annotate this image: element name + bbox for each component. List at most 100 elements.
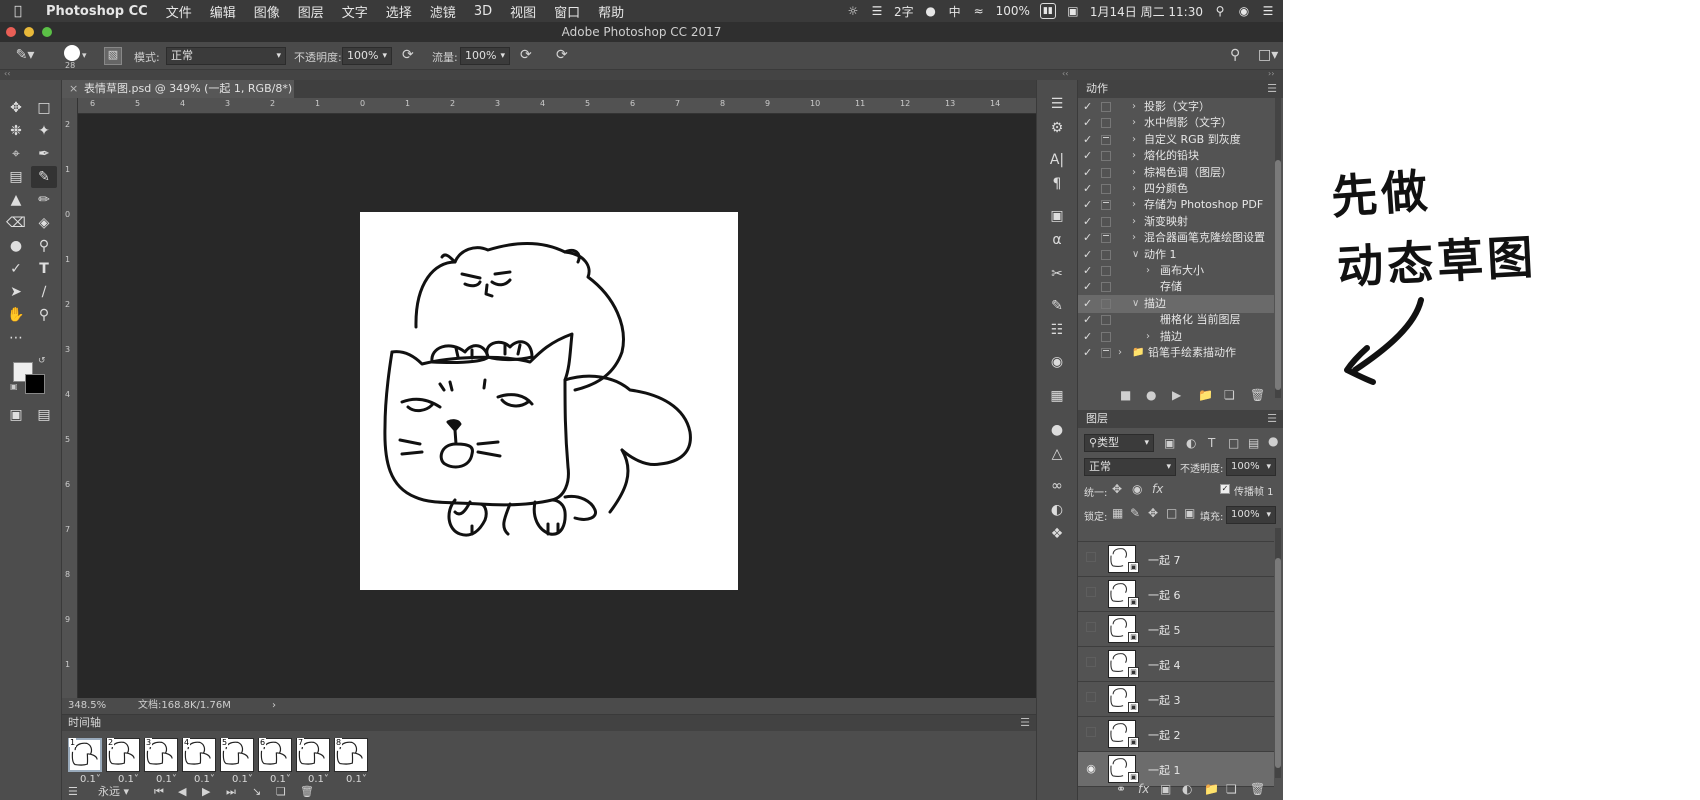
action-toggle-check[interactable]: ✓ — [1083, 278, 1092, 296]
timeline-frame[interactable]: 6 0.1˅ — [258, 738, 292, 788]
action-toggle-check[interactable]: ✓ — [1083, 328, 1092, 346]
dialog-toggle[interactable] — [1101, 216, 1111, 227]
action-toggle-check[interactable]: ✓ — [1083, 98, 1092, 116]
chevron-right-icon[interactable]: › — [1132, 164, 1136, 182]
action-row[interactable]: ✓ › 投影（文字） — [1078, 98, 1274, 116]
action-row[interactable]: ✓ › 画布大小 — [1078, 262, 1274, 280]
timeline-frame[interactable]: 4 0.1˅ — [182, 738, 216, 788]
wifi-icon[interactable]: ≈ — [972, 3, 986, 19]
layer-row[interactable]: ◉ ▣ 一起 1 — [1078, 752, 1274, 787]
eraser-tool-icon[interactable]: ⌫ — [3, 212, 29, 234]
layer-row[interactable]: ▣ 一起 2 — [1078, 717, 1274, 752]
propagate-checkbox[interactable]: ✓ — [1220, 484, 1230, 494]
tween-icon[interactable]: ↘ — [252, 785, 261, 799]
close-tab-icon[interactable]: × — [69, 80, 78, 98]
action-row[interactable]: ✓ › 存储为 Photoshop PDF — [1078, 196, 1274, 214]
menu-3d[interactable]: 3D — [474, 4, 492, 19]
action-toggle-check[interactable]: ✓ — [1083, 262, 1092, 280]
new-set-icon[interactable]: 📁 — [1198, 388, 1213, 402]
collapse-right-icon[interactable]: ‹‹ — [1062, 69, 1068, 78]
collapse-left-icon[interactable]: ‹‹ — [4, 69, 10, 78]
panel-menu-icon[interactable]: ☰ — [1020, 715, 1030, 731]
move-tool-icon[interactable]: ✥ — [3, 97, 29, 119]
channels-icon[interactable]: ● — [1046, 420, 1068, 440]
flow-input[interactable]: 100% ▾ — [460, 47, 510, 65]
zoom-window-button[interactable] — [42, 27, 52, 37]
layers-scrollbar[interactable] — [1275, 528, 1281, 778]
eye-hidden-box[interactable] — [1084, 657, 1098, 671]
prev-frame-icon[interactable]: ◀ — [178, 785, 186, 799]
stamp-tool-icon[interactable]: ▲ — [3, 189, 29, 211]
layers-title[interactable]: 图层 — [1086, 412, 1108, 425]
action-toggle-check[interactable]: ✓ — [1083, 180, 1092, 198]
apple-icon[interactable]:  — [14, 4, 36, 19]
frame-delay[interactable]: 0.1˅ — [156, 774, 177, 785]
dialog-toggle[interactable] — [1101, 266, 1111, 276]
action-row[interactable]: ✓ ∨ 动作 1 — [1078, 246, 1274, 264]
swap-colors-icon[interactable]: ↺ — [38, 356, 46, 366]
filter-type-icon[interactable]: T — [1208, 436, 1215, 450]
screen-mode-icon[interactable]: ▤ — [31, 404, 57, 426]
glyphs-icon[interactable]: α — [1046, 230, 1068, 250]
type-tool-icon[interactable]: T — [31, 258, 57, 280]
styles-icon[interactable]: ◐ — [1046, 500, 1068, 520]
duplicate-frame-icon[interactable]: ❏ — [276, 785, 286, 799]
lock-position-icon[interactable]: ✥ — [1148, 506, 1158, 520]
action-toggle-check[interactable]: ✓ — [1083, 196, 1092, 214]
layer-name[interactable]: 一起 3 — [1148, 692, 1181, 708]
new-layer-icon[interactable]: ❏ — [1226, 782, 1237, 796]
brush-panel-icon[interactable]: ▧ — [104, 47, 122, 65]
marquee-tool-icon[interactable]: □ — [31, 97, 57, 119]
app-s-icon[interactable]: ▣ — [1066, 3, 1080, 19]
timeline-frame[interactable]: 5 0.1˅ — [220, 738, 254, 788]
filter-pixel-icon[interactable]: ▣ — [1164, 436, 1175, 450]
document-tab[interactable]: × 表情草图.psd @ 349% (一起 1, RGB/8*) * — [62, 80, 294, 113]
line-tool-icon[interactable]: ∕ — [31, 281, 57, 303]
layer-row[interactable]: ▣ 一起 5 — [1078, 612, 1274, 647]
eye-hidden-box[interactable] — [1084, 552, 1098, 566]
frame-delay[interactable]: 0.1˅ — [232, 774, 253, 785]
timeline-frame[interactable]: 2 0.1˅ — [106, 738, 140, 788]
menu-type[interactable]: 文字 — [342, 2, 368, 21]
grid-icon[interactable]: ▦ — [1046, 386, 1068, 406]
action-row[interactable]: ✓ 栅格化 当前图层 — [1078, 311, 1274, 329]
frame-delay[interactable]: 0.1˅ — [194, 774, 215, 785]
history-brush-tool-icon[interactable]: ✏ — [31, 189, 57, 211]
link-layers-icon[interactable]: ⚭ — [1116, 782, 1126, 796]
timeline-frame[interactable]: 3 0.1˅ — [144, 738, 178, 788]
action-toggle-check[interactable]: ✓ — [1083, 229, 1092, 247]
chevron-right-icon[interactable]: › — [1132, 229, 1136, 247]
unify-visibility-icon[interactable]: ◉ — [1132, 482, 1142, 496]
chevron-right-icon[interactable]: › — [1132, 180, 1136, 198]
frame-delay[interactable]: 0.1˅ — [308, 774, 329, 785]
opacity-input[interactable]: 100% ▾ — [342, 47, 392, 65]
character-icon[interactable]: A| — [1046, 150, 1068, 170]
quick-mask-icon[interactable]: ▣ — [3, 404, 29, 426]
lasso-tool-icon[interactable]: ❉ — [3, 120, 29, 142]
convert-timeline-icon[interactable]: ☰ — [68, 785, 78, 799]
action-toggle-check[interactable]: ✓ — [1083, 246, 1092, 264]
chevron-right-icon[interactable]: › — [1132, 213, 1136, 231]
creative-cloud-icon[interactable]: ☼ — [846, 3, 860, 19]
record-icon[interactable]: ● — [1146, 388, 1156, 402]
eyedropper-tool-icon[interactable]: ✒ — [31, 143, 57, 165]
close-window-button[interactable] — [6, 27, 16, 37]
action-row[interactable]: ✓ › 描边 — [1078, 328, 1274, 346]
menu-image[interactable]: 图像 — [254, 2, 280, 21]
tool-presets-icon[interactable]: ✂ — [1046, 264, 1068, 284]
adjustments-icon[interactable]: ⚙ — [1046, 118, 1068, 138]
libraries-icon[interactable]: ∞ — [1046, 476, 1068, 496]
action-toggle-check[interactable]: ✓ — [1083, 147, 1092, 165]
action-toggle-check[interactable]: ✓ — [1083, 131, 1092, 149]
menu-filter[interactable]: 滤镜 — [430, 2, 456, 21]
timeline-frame[interactable]: 1 0.1˅ — [68, 738, 102, 788]
action-row[interactable]: ✓ › 自定义 RGB 到灰度 — [1078, 131, 1274, 149]
delete-action-icon[interactable]: 🗑 — [1250, 388, 1265, 402]
action-row[interactable]: ✓ › 四分颜色 — [1078, 180, 1274, 198]
history-icon[interactable]: ☰ — [1046, 94, 1068, 114]
actions-title[interactable]: 动作 — [1086, 82, 1108, 95]
chevron-right-icon[interactable]: › — [1132, 131, 1136, 149]
action-row[interactable]: ✓ › 棕褐色调（图层） — [1078, 164, 1274, 182]
dialog-toggle[interactable] — [1101, 118, 1111, 129]
dialog-toggle[interactable] — [1101, 331, 1111, 342]
